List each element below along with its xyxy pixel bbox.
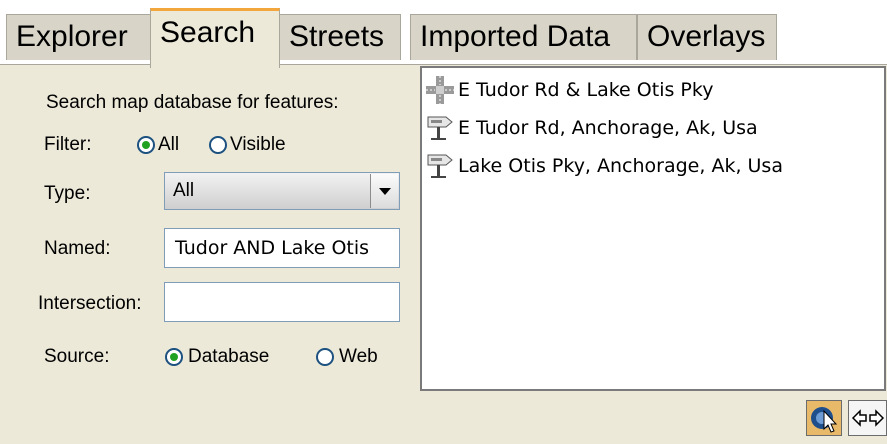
tab-overlays[interactable]: Overlays (637, 14, 777, 60)
street-sign-icon (426, 114, 454, 142)
source-web-label[interactable]: Web (339, 346, 378, 368)
tab-imported-data[interactable]: Imported Data (410, 14, 637, 60)
intersection-icon (426, 76, 454, 104)
type-dropdown[interactable]: All (164, 172, 400, 210)
tab-explorer[interactable]: Explorer (6, 14, 151, 60)
filter-visible-label[interactable]: Visible (230, 134, 286, 156)
tab-imported-data-label: Imported Data (420, 20, 611, 53)
tab-search[interactable]: Search (150, 8, 280, 68)
tab-streets[interactable]: Streets (279, 14, 401, 60)
result-text: E Tudor Rd & Lake Otis Pky (458, 79, 714, 101)
named-input-value: Tudor AND Lake Otis (175, 237, 370, 259)
intersection-input[interactable] (164, 282, 400, 322)
filter-visible-radio[interactable] (209, 136, 227, 154)
search-heading: Search map database for features: (46, 92, 339, 113)
source-database-label[interactable]: Database (188, 346, 269, 368)
intersection-label: Intersection: (38, 293, 142, 314)
tab-explorer-label: Explorer (16, 20, 128, 53)
results-list[interactable]: E Tudor Rd & Lake Otis Pky E Tudor Rd, A… (420, 66, 886, 391)
tab-overlays-label: Overlays (647, 20, 766, 53)
filter-label: Filter: (44, 134, 92, 155)
named-label: Named: (44, 238, 111, 259)
tab-search-label: Search (160, 16, 256, 49)
source-database-radio[interactable] (165, 348, 183, 366)
tab-strip: Explorer Search Streets Imported Data Ov… (0, 0, 887, 68)
filter-all-label[interactable]: All (158, 134, 179, 156)
result-text: E Tudor Rd, Anchorage, Ak, Usa (458, 117, 758, 139)
result-text: Lake Otis Pky, Anchorage, Ak, Usa (458, 155, 783, 177)
type-selected-value: All (173, 180, 195, 201)
go-button[interactable] (848, 400, 887, 436)
tab-streets-label: Streets (289, 20, 385, 53)
arrow-go-icon (849, 409, 887, 439)
select-button[interactable] (806, 400, 842, 436)
chevron-down-icon[interactable] (370, 174, 398, 208)
street-sign-icon (426, 152, 454, 180)
type-label: Type: (44, 183, 91, 204)
source-label: Source: (44, 346, 110, 367)
pointer-select-icon (807, 407, 841, 439)
source-web-radio[interactable] (316, 348, 334, 366)
filter-all-radio[interactable] (137, 136, 155, 154)
named-input[interactable]: Tudor AND Lake Otis (164, 228, 400, 268)
